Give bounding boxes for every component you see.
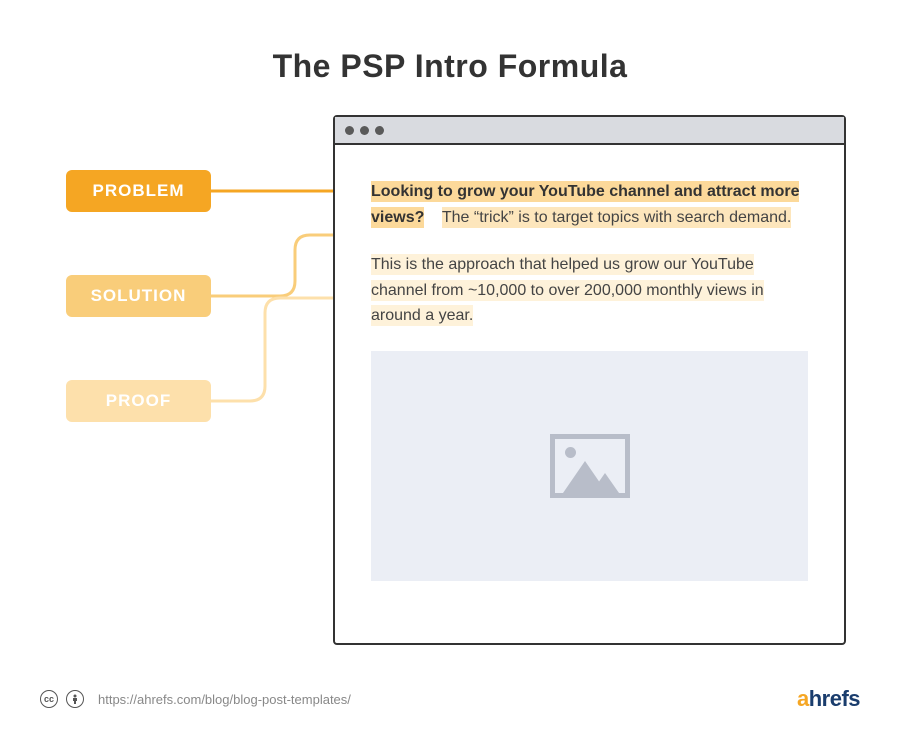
brand-text-rest: hrefs — [809, 686, 860, 711]
cc-license-icon: cc — [40, 690, 58, 708]
image-placeholder-icon — [550, 434, 630, 498]
label-solution-text: SOLUTION — [91, 286, 187, 306]
intro-paragraph-1: Looking to grow your YouTube channel and… — [371, 179, 808, 230]
proof-text: This is the approach that helped us grow… — [371, 254, 764, 326]
solution-text: The “trick” is to target topics with sea… — [442, 207, 791, 228]
diagram-title: The PSP Intro Formula — [0, 0, 900, 85]
image-placeholder — [371, 351, 808, 581]
footer: cc https://ahrefs.com/blog/blog-post-tem… — [40, 686, 860, 712]
label-proof: PROOF — [66, 380, 211, 422]
label-problem: PROBLEM — [66, 170, 211, 212]
source-url: https://ahrefs.com/blog/blog-post-templa… — [98, 692, 351, 707]
ahrefs-logo: ahrefs — [797, 686, 860, 712]
label-solution: SOLUTION — [66, 275, 211, 317]
browser-content: Looking to grow your YouTube channel and… — [335, 145, 844, 605]
browser-titlebar — [335, 117, 844, 145]
window-dot-icon — [375, 126, 384, 135]
intro-paragraph-2: This is the approach that helped us grow… — [371, 252, 808, 329]
attribution-icon — [66, 690, 84, 708]
browser-window: Looking to grow your YouTube channel and… — [333, 115, 846, 645]
label-proof-text: PROOF — [106, 391, 171, 411]
footer-left: cc https://ahrefs.com/blog/blog-post-tem… — [40, 690, 351, 708]
window-dot-icon — [360, 126, 369, 135]
window-dot-icon — [345, 126, 354, 135]
label-problem-text: PROBLEM — [93, 181, 185, 201]
diagram-area: PROBLEM SOLUTION PROOF Looking to grow y… — [0, 105, 900, 665]
